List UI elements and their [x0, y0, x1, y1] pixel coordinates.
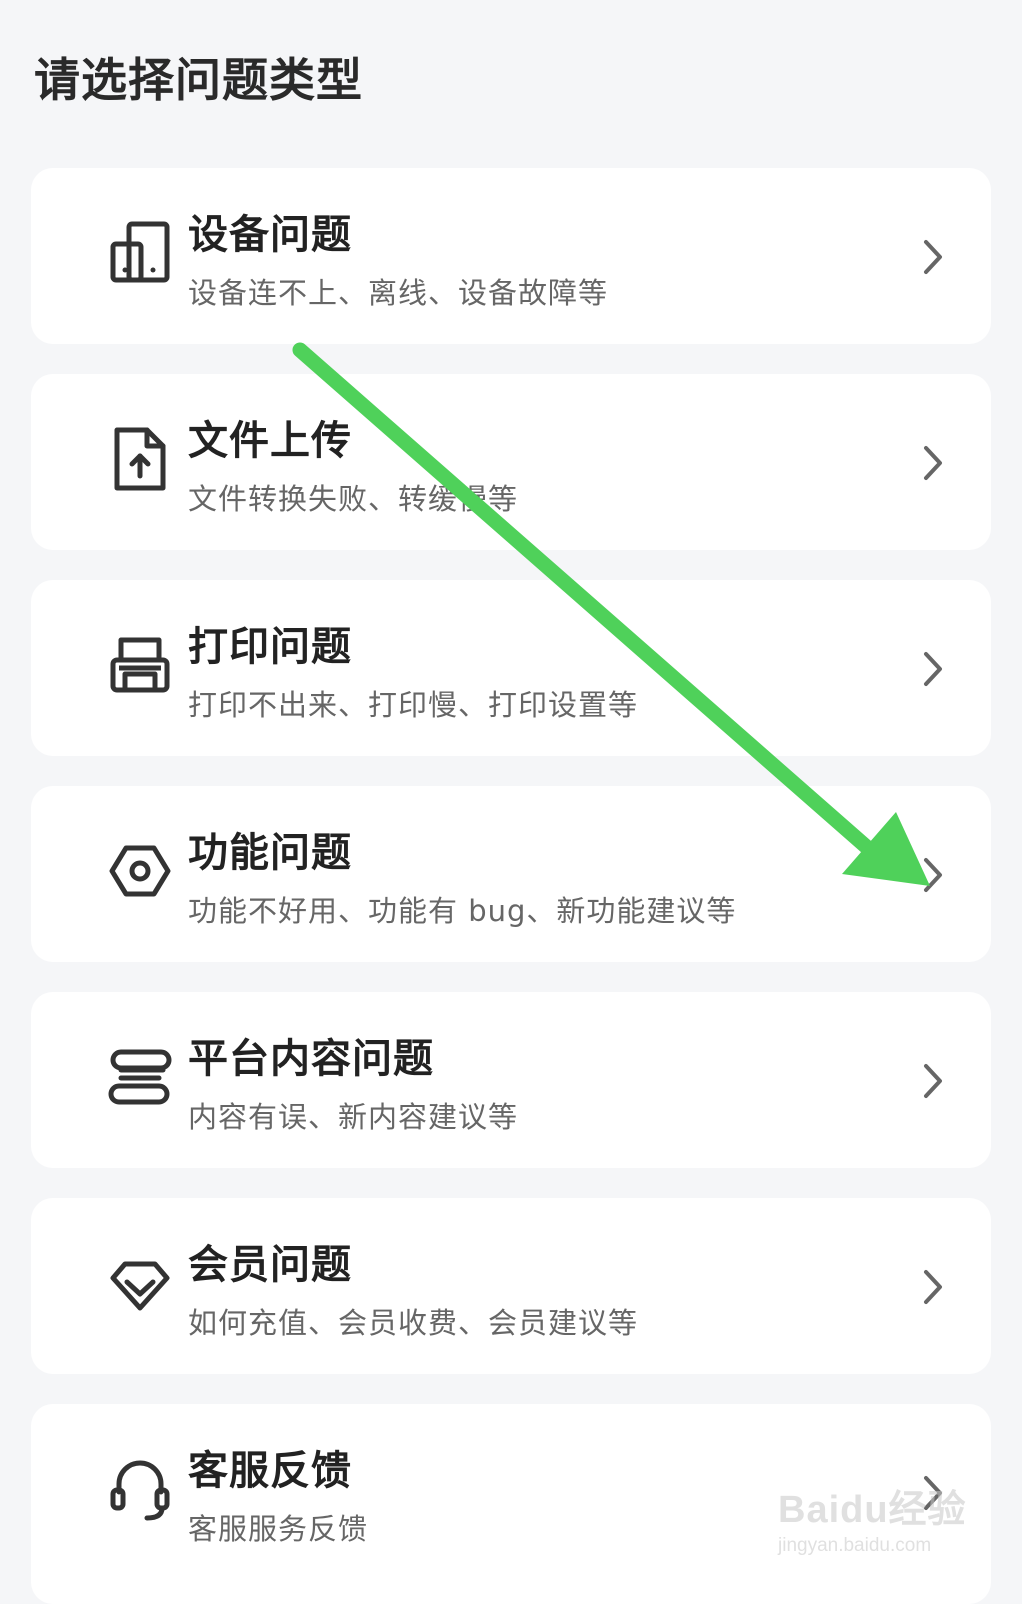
chevron-right-icon: [921, 444, 945, 482]
chevron-right-icon: [921, 856, 945, 894]
baidu-jingyan-watermark: Baidu经验 jingyan.baidu.com: [778, 1478, 978, 1568]
category-card-function[interactable]: 功能问题 功能不好用、功能有 bug、新功能建议等: [31, 786, 991, 962]
category-description: 内容有误、新内容建议等: [188, 1100, 519, 1134]
category-card-print[interactable]: 打印问题 打印不出来、打印慢、打印设置等: [31, 580, 991, 756]
category-title: 打印问题: [188, 624, 352, 670]
chevron-right-icon: [921, 1268, 945, 1306]
chevron-right-icon: [921, 1062, 945, 1100]
watermark-text: Baidu经验: [778, 1489, 967, 1531]
diamond-icon: [107, 1248, 173, 1318]
watermark-sub: jingyan.baidu.com: [778, 1535, 932, 1556]
page-title: 请选择问题类型: [34, 53, 363, 107]
chevron-right-icon: [921, 650, 945, 688]
category-description: 客服服务反馈: [188, 1512, 369, 1546]
category-card-platform-content[interactable]: 平台内容问题 内容有误、新内容建议等: [31, 992, 991, 1168]
category-card-membership[interactable]: 会员问题 如何充值、会员收费、会员建议等: [31, 1198, 991, 1374]
content-stack-icon: [107, 1042, 173, 1112]
category-title: 会员问题: [188, 1242, 352, 1288]
category-title: 平台内容问题: [188, 1036, 434, 1082]
printer-icon: [107, 630, 173, 700]
category-title: 设备问题: [188, 212, 352, 258]
hexagon-bolt-icon: [107, 836, 173, 906]
device-icon: [107, 218, 173, 288]
category-description: 设备连不上、离线、设备故障等: [188, 276, 609, 310]
category-title: 功能问题: [188, 830, 352, 876]
category-title: 文件上传: [188, 418, 352, 464]
category-title: 客服反馈: [188, 1448, 352, 1494]
category-description: 打印不出来、打印慢、打印设置等: [188, 688, 639, 722]
category-card-device[interactable]: 设备问题 设备连不上、离线、设备故障等: [31, 168, 991, 344]
category-description: 如何充值、会员收费、会员建议等: [188, 1306, 639, 1340]
category-description: 功能不好用、功能有 bug、新功能建议等: [188, 894, 737, 928]
category-description: 文件转换失败、转缓慢等: [188, 482, 519, 516]
chevron-right-icon: [921, 238, 945, 276]
headset-icon: [107, 1454, 173, 1524]
category-card-file-upload[interactable]: 文件上传 文件转换失败、转缓慢等: [31, 374, 991, 550]
file-upload-icon: [107, 424, 173, 494]
